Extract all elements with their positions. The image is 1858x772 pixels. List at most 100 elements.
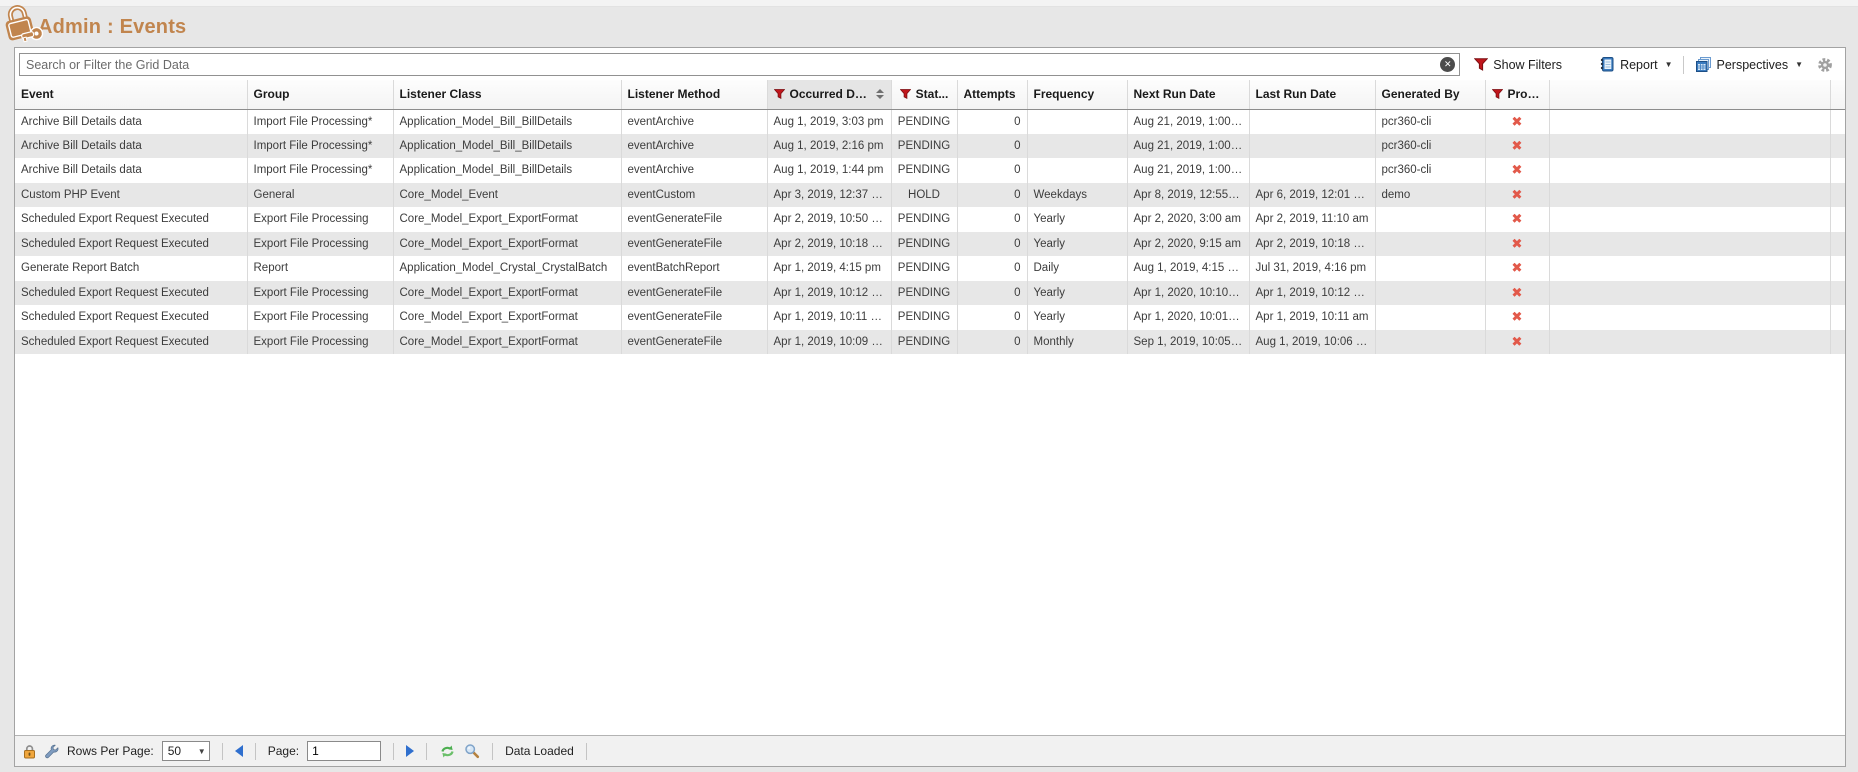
show-filters-button[interactable]: Show Filters	[1470, 56, 1566, 74]
cell-occurred_date: Apr 3, 2019, 12:37 pm	[767, 183, 891, 208]
filler-cell	[1549, 256, 1830, 281]
column-header-process[interactable]: Proces...	[1485, 80, 1549, 109]
cell-generated_by: demo	[1375, 183, 1485, 208]
column-label: Listener Method	[628, 87, 721, 101]
column-header-attempts[interactable]: Attempts	[957, 80, 1027, 109]
delete-x-icon[interactable]: ✖	[1512, 260, 1523, 275]
cell-listener_method: eventArchive	[621, 134, 767, 159]
delete-x-icon[interactable]: ✖	[1512, 138, 1523, 153]
footer-divider	[426, 743, 427, 760]
rows-per-page-select[interactable]: 50 ▼	[162, 741, 210, 761]
cell-attempts: 0	[957, 134, 1027, 159]
cell-next_run_date: Apr 1, 2020, 10:01 am	[1127, 305, 1249, 330]
column-header-frequency[interactable]: Frequency	[1027, 80, 1127, 109]
cell-generated_by	[1375, 305, 1485, 330]
report-button[interactable]: Report ▼	[1594, 54, 1676, 75]
column-label: Attempts	[964, 87, 1016, 101]
table-row[interactable]: Scheduled Export Request ExecutedExport …	[15, 207, 1845, 232]
delete-x-icon[interactable]: ✖	[1512, 309, 1523, 324]
table-row[interactable]: Archive Bill Details dataImport File Pro…	[15, 109, 1845, 134]
cell-process: ✖	[1485, 305, 1549, 330]
table-row[interactable]: Custom PHP EventGeneralCore_Model_Evente…	[15, 183, 1845, 208]
cell-next_run_date: Apr 8, 2019, 12:55 am	[1127, 183, 1249, 208]
footer-divider	[492, 743, 493, 760]
cell-next_run_date: Aug 21, 2019, 1:00 am	[1127, 134, 1249, 159]
cell-attempts: 0	[957, 232, 1027, 257]
filter-funnel-icon	[774, 89, 785, 99]
column-header-next_run_date[interactable]: Next Run Date	[1127, 80, 1249, 109]
wrench-icon[interactable]	[44, 744, 59, 759]
filler-cell	[1830, 158, 1845, 183]
table-row[interactable]: Scheduled Export Request ExecutedExport …	[15, 330, 1845, 355]
prev-page-icon[interactable]	[235, 745, 243, 757]
cell-group: General	[247, 183, 393, 208]
cell-process: ✖	[1485, 281, 1549, 306]
grid-status-text: Data Loaded	[505, 744, 574, 758]
delete-x-icon[interactable]: ✖	[1512, 187, 1523, 202]
table-row[interactable]: Scheduled Export Request ExecutedExport …	[15, 281, 1845, 306]
cell-status: PENDING	[891, 330, 957, 355]
footer-divider	[222, 743, 223, 760]
cell-frequency	[1027, 158, 1127, 183]
delete-x-icon[interactable]: ✖	[1512, 334, 1523, 349]
table-row[interactable]: Generate Report BatchReportApplication_M…	[15, 256, 1845, 281]
cell-generated_by: pcr360-cli	[1375, 134, 1485, 159]
search-input[interactable]	[19, 53, 1460, 76]
filler-cell	[1830, 207, 1845, 232]
delete-x-icon[interactable]: ✖	[1512, 211, 1523, 226]
delete-x-icon[interactable]: ✖	[1512, 236, 1523, 251]
delete-x-icon[interactable]: ✖	[1512, 114, 1523, 129]
table-row[interactable]: Archive Bill Details dataImport File Pro…	[15, 134, 1845, 159]
delete-x-icon[interactable]: ✖	[1512, 162, 1523, 177]
cell-listener_class: Core_Model_Export_ExportFormat	[393, 305, 621, 330]
filter-funnel-icon	[1474, 58, 1488, 71]
column-header-last_run_date[interactable]: Last Run Date	[1249, 80, 1375, 109]
cell-last_run_date	[1249, 158, 1375, 183]
column-header-occurred_date[interactable]: Occurred Date	[767, 80, 891, 109]
cell-last_run_date: Apr 6, 2019, 12:01 am	[1249, 183, 1375, 208]
cell-status: PENDING	[891, 232, 957, 257]
refresh-icon[interactable]	[439, 744, 456, 759]
filler-cell	[1549, 305, 1830, 330]
delete-x-icon[interactable]: ✖	[1512, 285, 1523, 300]
sort-arrows-icon[interactable]	[876, 89, 885, 99]
events-panel: ✕ Show Filters	[14, 47, 1846, 767]
table-row[interactable]: Archive Bill Details dataImport File Pro…	[15, 158, 1845, 183]
table-row[interactable]: Scheduled Export Request ExecutedExport …	[15, 232, 1845, 257]
column-header-group[interactable]: Group	[247, 80, 393, 109]
cell-listener_class: Core_Model_Event	[393, 183, 621, 208]
cell-process: ✖	[1485, 183, 1549, 208]
lock-icon[interactable]	[23, 744, 36, 759]
events-table: EventGroup Listener Class Listener Method O…	[15, 80, 1845, 354]
chevron-down-icon: ▼	[198, 747, 206, 756]
cell-next_run_date: Apr 1, 2020, 10:10 am	[1127, 281, 1249, 306]
top-strip	[0, 0, 1858, 7]
magnifier-icon[interactable]	[464, 743, 480, 759]
next-page-icon[interactable]	[406, 745, 414, 757]
column-header-listener_class[interactable]: Listener Class	[393, 80, 621, 109]
cell-status: PENDING	[891, 109, 957, 134]
cell-frequency: Yearly	[1027, 207, 1127, 232]
cell-listener_method: eventGenerateFile	[621, 232, 767, 257]
table-row[interactable]: Scheduled Export Request ExecutedExport …	[15, 305, 1845, 330]
column-label: Listener Class	[400, 87, 482, 101]
perspectives-button[interactable]: Perspectives ▼	[1690, 54, 1807, 75]
cell-frequency: Monthly	[1027, 330, 1127, 355]
cell-occurred_date: Apr 2, 2019, 10:50 am	[767, 207, 891, 232]
cell-listener_method: eventGenerateFile	[621, 330, 767, 355]
column-header-generated_by[interactable]: Generated By	[1375, 80, 1485, 109]
filler-cell	[1549, 158, 1830, 183]
column-header-listener_method[interactable]: Listener Method	[621, 80, 767, 109]
column-header-event[interactable]: Event	[15, 80, 247, 109]
cell-next_run_date: Aug 21, 2019, 1:00 am	[1127, 109, 1249, 134]
cell-occurred_date: Apr 1, 2019, 10:11 am	[767, 305, 891, 330]
cell-process: ✖	[1485, 109, 1549, 134]
grid-header-row: EventGroup Listener Class Listener Method O…	[15, 80, 1845, 109]
page-input[interactable]	[307, 741, 381, 761]
gear-icon[interactable]	[1817, 57, 1833, 73]
cell-event: Scheduled Export Request Executed	[15, 330, 247, 355]
cell-occurred_date: Aug 1, 2019, 1:44 pm	[767, 158, 891, 183]
cell-group: Import File Processing*	[247, 158, 393, 183]
footer-divider	[255, 743, 256, 760]
column-header-status[interactable]: Stat...	[891, 80, 957, 109]
